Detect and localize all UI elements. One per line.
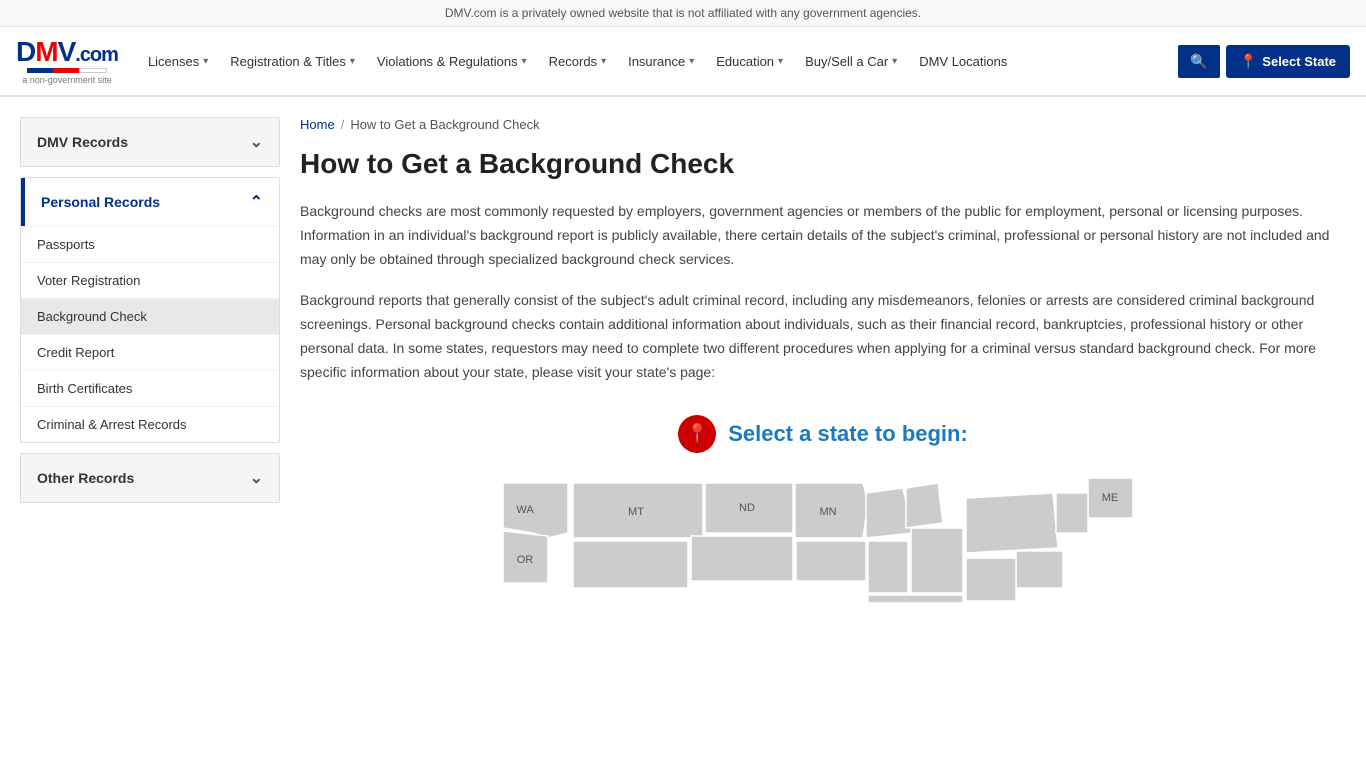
nav-education-label: Education <box>716 54 774 69</box>
sidebar-section-personal-records: Personal Records ⌃ Passports Voter Regis… <box>20 177 280 443</box>
sidebar-section-other-records-label: Other Records <box>37 470 134 486</box>
map-label-me: ME <box>1102 492 1119 504</box>
sidebar-link-credit-report-label: Credit Report <box>37 345 114 360</box>
header: DMV.com a non-government site Licenses ▾… <box>0 27 1366 97</box>
nav-buy-sell-caret: ▾ <box>892 56 897 67</box>
nav-dmv-locations-label: DMV Locations <box>919 54 1007 69</box>
sidebar: DMV Records ⌄ Personal Records ⌃ Passpor… <box>20 117 280 603</box>
article-paragraph-2: Background reports that generally consis… <box>300 289 1346 384</box>
nav-registration-caret: ▾ <box>350 56 355 67</box>
nav-education[interactable]: Education ▾ <box>706 46 793 77</box>
nav-licenses-caret: ▾ <box>203 56 208 67</box>
main-nav: Licenses ▾ Registration & Titles ▾ Viola… <box>138 46 1172 77</box>
nav-buy-sell[interactable]: Buy/Sell a Car ▾ <box>795 46 907 77</box>
sidebar-link-credit-report[interactable]: Credit Report <box>21 334 279 370</box>
nav-dmv-locations[interactable]: DMV Locations <box>909 46 1017 77</box>
breadcrumb: Home / How to Get a Background Check <box>300 117 1346 132</box>
us-map-svg: WA OR MT ND MN <box>473 473 1173 603</box>
sidebar-link-passports[interactable]: Passports <box>21 226 279 262</box>
search-icon: 🔍 <box>1190 53 1207 69</box>
map-label-mn: MN <box>819 506 836 518</box>
sidebar-section-other-records: Other Records ⌄ <box>20 453 280 503</box>
nav-education-caret: ▾ <box>778 56 783 67</box>
map-label-mt: MT <box>628 506 644 518</box>
map-label-or: OR <box>517 554 534 566</box>
state-select-label: Select a state to begin: <box>728 421 968 447</box>
notice-text: DMV.com is a privately owned website tha… <box>445 6 921 20</box>
logo-sub: a non-government site <box>22 75 112 85</box>
breadcrumb-current: How to Get a Background Check <box>350 117 539 132</box>
sidebar-link-criminal-records-label: Criminal & Arrest Records <box>37 417 187 432</box>
sidebar-link-background-check[interactable]: Background Check <box>21 298 279 334</box>
select-state-label: Select State <box>1262 54 1336 69</box>
sidebar-section-personal-records-header[interactable]: Personal Records ⌃ <box>21 178 279 226</box>
sidebar-section-personal-records-body: Passports Voter Registration Background … <box>21 226 279 442</box>
personal-records-arrow: ⌃ <box>250 192 263 212</box>
sidebar-link-birth-certificates[interactable]: Birth Certificates <box>21 370 279 406</box>
select-state-button[interactable]: 📍 Select State <box>1226 45 1350 78</box>
state-select-heading: 📍 Select a state to begin: <box>300 415 1346 453</box>
sidebar-section-dmv-records: DMV Records ⌄ <box>20 117 280 167</box>
nav-insurance[interactable]: Insurance ▾ <box>618 46 704 77</box>
nav-insurance-label: Insurance <box>628 54 685 69</box>
nav-records-caret: ▾ <box>601 56 606 67</box>
nav-registration-label: Registration & Titles <box>230 54 346 69</box>
nav-violations-label: Violations & Regulations <box>377 54 518 69</box>
sidebar-section-personal-records-label: Personal Records <box>41 194 160 210</box>
map-label-nd: ND <box>739 502 755 514</box>
sidebar-link-background-check-label: Background Check <box>37 309 147 324</box>
search-button[interactable]: 🔍 <box>1178 45 1219 78</box>
breadcrumb-home[interactable]: Home <box>300 117 335 132</box>
notice-bar: DMV.com is a privately owned website tha… <box>0 0 1366 27</box>
main-content: Home / How to Get a Background Check How… <box>300 117 1346 603</box>
sidebar-link-birth-certificates-label: Birth Certificates <box>37 381 132 396</box>
article-paragraph-1: Background checks are most commonly requ… <box>300 200 1346 271</box>
nav-registration[interactable]: Registration & Titles ▾ <box>220 46 365 77</box>
nav-licenses[interactable]: Licenses ▾ <box>138 46 218 77</box>
other-records-arrow: ⌄ <box>250 468 263 488</box>
map-label-wa: WA <box>516 504 534 516</box>
logo[interactable]: DMV.com a non-government site <box>16 38 118 85</box>
logo-text: DMV.com <box>16 38 118 66</box>
pin-circle-icon: 📍 <box>678 415 716 453</box>
nav-buy-sell-label: Buy/Sell a Car <box>805 54 888 69</box>
sidebar-section-dmv-records-label: DMV Records <box>37 134 128 150</box>
pin-icon: 📍 <box>1240 53 1257 70</box>
state-select-section: 📍 Select a state to begin: WA OR <box>300 415 1346 603</box>
sidebar-link-criminal-records[interactable]: Criminal & Arrest Records <box>21 406 279 442</box>
nav-licenses-label: Licenses <box>148 54 199 69</box>
breadcrumb-separator: / <box>341 117 345 132</box>
location-pin-icon: 📍 <box>686 423 708 444</box>
nav-violations-caret: ▾ <box>522 56 527 67</box>
nav-records-label: Records <box>549 54 597 69</box>
us-map-container: WA OR MT ND MN <box>300 473 1346 603</box>
sidebar-link-passports-label: Passports <box>37 237 95 252</box>
nav-insurance-caret: ▾ <box>689 56 694 67</box>
nav-records[interactable]: Records ▾ <box>539 46 616 77</box>
article-body: Background checks are most commonly requ… <box>300 200 1346 385</box>
sidebar-link-voter-registration[interactable]: Voter Registration <box>21 262 279 298</box>
dmv-records-arrow: ⌄ <box>250 132 263 152</box>
logo-stripe <box>27 68 107 73</box>
page-body: DMV Records ⌄ Personal Records ⌃ Passpor… <box>0 97 1366 623</box>
sidebar-section-dmv-records-header[interactable]: DMV Records ⌄ <box>21 118 279 166</box>
sidebar-section-other-records-header[interactable]: Other Records ⌄ <box>21 454 279 502</box>
nav-violations[interactable]: Violations & Regulations ▾ <box>367 46 537 77</box>
sidebar-link-voter-registration-label: Voter Registration <box>37 273 140 288</box>
page-title: How to Get a Background Check <box>300 148 1346 180</box>
